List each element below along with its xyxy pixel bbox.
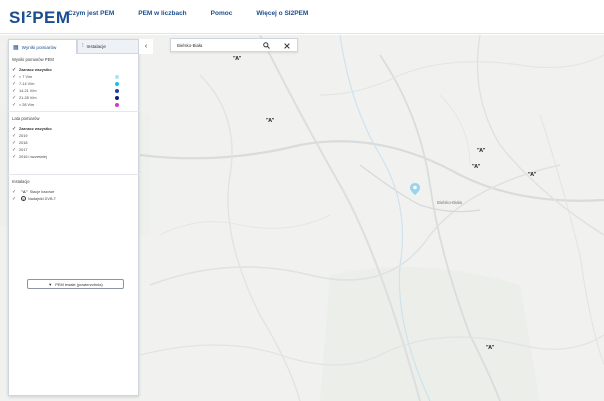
main-nav: Czym jest PEM PEM w liczbach Pomoc Więce… [68, 10, 332, 17]
section-title-years: Lata pomiarów [12, 116, 40, 121]
base-station-icon[interactable]: "A" [472, 164, 480, 170]
check-icon: ✓ [12, 139, 17, 146]
installation-filter-dvbt[interactable]: ✓ ≡ Nadajniki DVB-T [12, 195, 137, 202]
legend-swatch [115, 95, 119, 100]
base-station-icon[interactable]: "A" [486, 345, 494, 351]
legend-swatch [115, 102, 119, 107]
chart-icon: ▦ [13, 44, 19, 51]
level-filter[interactable]: ✓ < 7 V/m [12, 73, 137, 80]
search-input[interactable] [171, 42, 251, 48]
installation-filter-base-stations[interactable]: ✓ "A" Stacje bazowe [12, 188, 137, 195]
check-icon: ✓ [12, 101, 17, 108]
top-bar: SI²PEM Czym jest PEM PEM w liczbach Pomo… [0, 0, 604, 34]
nav-czym-jest-pem[interactable]: Czym jest PEM [68, 10, 114, 17]
level-filter[interactable]: ✓ 21-28 V/m [12, 94, 137, 101]
check-icon: ✓ [12, 195, 17, 202]
nav-wiecej-o-si2pem[interactable]: Więcej o SI2PEM [256, 10, 308, 17]
logo-text: SI²PEM [9, 8, 71, 27]
divider [8, 111, 141, 112]
section-title-installations: Instalacje [12, 179, 30, 184]
check-icon: ✓ [12, 94, 17, 101]
search-box [170, 38, 298, 52]
legend-swatch [115, 81, 119, 86]
base-station-icon[interactable]: "A" [233, 56, 241, 62]
check-icon: ✓ [12, 73, 17, 80]
search-icon[interactable] [260, 40, 272, 51]
pem-surface-button[interactable]: ▼ PEM trwałe (powierzchnia) [27, 279, 124, 289]
check-icon: ✓ [12, 87, 17, 94]
panel-tabs: ▦ Wyniki pomiarów ⫶ Instalacje ‹ [8, 39, 153, 54]
year-filter[interactable]: ✓ 2019 [12, 132, 137, 139]
antenna-icon: ⫶ [82, 43, 84, 49]
legend-swatch [115, 88, 119, 93]
check-icon: ✓ [12, 66, 17, 73]
year-filter-all[interactable]: ✓ Zaznacz wszystko [12, 125, 137, 132]
close-icon[interactable] [281, 40, 293, 51]
collapse-panel-button[interactable]: ‹ [139, 39, 153, 54]
chevron-left-icon: ‹ [144, 43, 148, 50]
year-filter[interactable]: ✓ 2016 i wcześniej [12, 153, 137, 160]
base-station-icon[interactable]: "A" [528, 172, 536, 178]
nav-pem-w-liczbach[interactable]: PEM w liczbach [138, 10, 186, 17]
check-icon: ✓ [12, 153, 17, 160]
check-icon: ✓ [12, 188, 17, 195]
tab-instalacje[interactable]: ⫶ Instalacje [77, 39, 139, 54]
nav-pomoc[interactable]: Pomoc [211, 10, 233, 17]
year-filter[interactable]: ✓ 2017 [12, 146, 137, 153]
level-filter[interactable]: ✓ 7-14 V/m [12, 80, 137, 87]
dvbt-transmitter-icon: ≡ [21, 196, 26, 201]
level-filter[interactable]: ✓ 14-21 V/m [12, 87, 137, 94]
year-filter[interactable]: ✓ 2018 [12, 139, 137, 146]
check-icon: ✓ [12, 125, 17, 132]
base-station-icon[interactable]: "A" [477, 148, 485, 154]
check-icon: ✓ [12, 132, 17, 139]
level-filter-all[interactable]: ✓ Zaznacz wszystko [12, 66, 137, 73]
base-station-icon[interactable]: "A" [266, 118, 274, 124]
tab-wyniki-pomiarow[interactable]: ▦ Wyniki pomiarów [8, 39, 77, 54]
panel-body: Wyniki pomiarów PEM ✓ Zaznacz wszystko ✓… [8, 57, 141, 202]
base-station-icon: "A" [21, 189, 28, 194]
logo[interactable]: SI²PEM [9, 6, 71, 30]
filter-icon: ▼ [48, 281, 53, 287]
check-icon: ✓ [12, 146, 17, 153]
divider [8, 174, 141, 175]
city-label: Bielsko-Biała [437, 200, 462, 205]
location-marker-icon[interactable] [410, 183, 420, 195]
check-icon: ✓ [12, 80, 17, 87]
section-title-levels: Wyniki pomiarów PEM [12, 57, 54, 62]
legend-swatch [115, 74, 119, 79]
level-filter[interactable]: ✓ > 28 V/m [12, 101, 137, 108]
